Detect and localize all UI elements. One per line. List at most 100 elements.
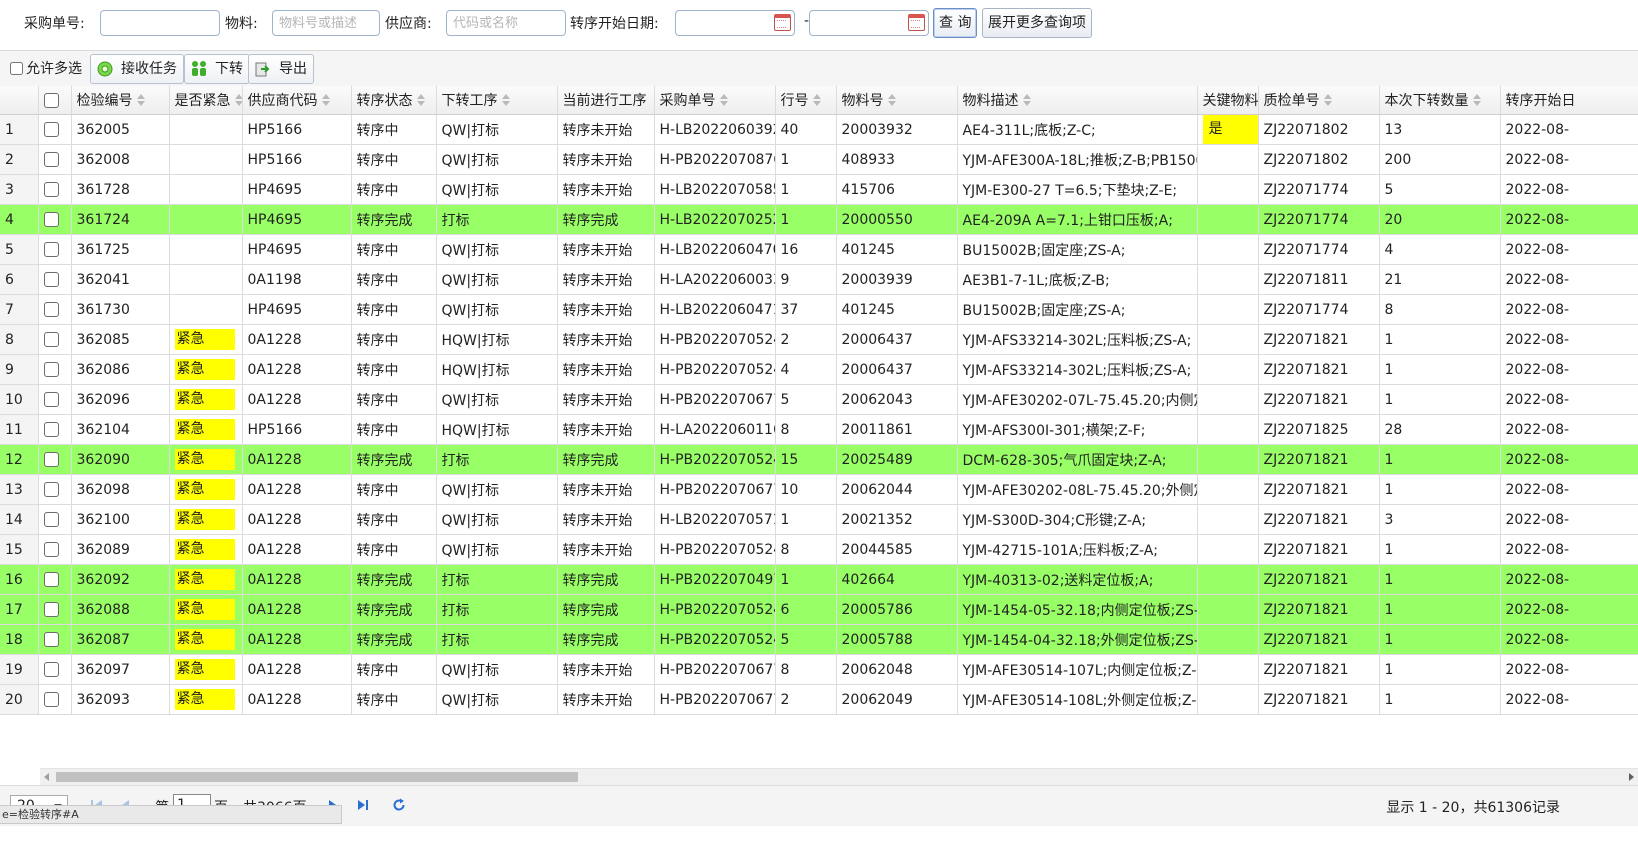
column-header[interactable]: 关键物料 [1197, 86, 1259, 115]
column-header[interactable]: 下转工序 [436, 86, 558, 115]
refresh-icon[interactable] [392, 798, 406, 812]
row-checkbox[interactable] [43, 272, 59, 287]
table-row[interactable]: 11 362104 紧急 HP5166 转序中 HQW|打标 转序未开始 H-LA202206… [0, 414, 1638, 445]
column-header[interactable]: 本次下转数量 [1379, 86, 1501, 115]
table-row[interactable]: 7 361730 HP4695 转序中 QW|打标 转序未开始 H-LB2022060471… [0, 294, 1638, 325]
row-select-cell[interactable] [38, 414, 72, 445]
material-input[interactable] [272, 10, 380, 36]
scroll-right-arrow-icon[interactable] [1629, 773, 1634, 781]
sort-icon[interactable] [501, 94, 510, 106]
row-checkbox[interactable] [43, 632, 59, 647]
table-row[interactable]: 3 361728 HP4695 转序中 QW|打标 转序未开始 H-LB2022070585… [0, 174, 1638, 205]
table-row[interactable]: 5 361725 HP4695 转序中 QW|打标 转序未开始 H-LB2022060470… [0, 234, 1638, 265]
row-select-cell[interactable] [38, 204, 72, 235]
row-checkbox[interactable] [43, 242, 59, 257]
sort-icon[interactable] [321, 94, 330, 106]
table-row[interactable]: 20 362093 紧急 0A1228 转序中 QW|打标 转序未开始 H-PB2022070… [0, 684, 1638, 715]
table-row[interactable]: 4 361724 HP4695 转序完成 打标 转序完成 H-LB2022070252 1 20… [0, 204, 1638, 235]
row-select-cell[interactable] [38, 294, 72, 325]
table-row[interactable]: 15 362089 紧急 0A1228 转序中 QW|打标 转序未开始 H-PB2022070… [0, 534, 1638, 565]
row-checkbox[interactable] [43, 212, 59, 227]
row-checkbox[interactable] [43, 152, 59, 167]
row-checkbox[interactable] [43, 512, 59, 527]
row-checkbox[interactable] [43, 182, 59, 197]
row-select-cell[interactable] [38, 654, 72, 685]
column-header[interactable]: 检验编号 [71, 86, 170, 115]
row-checkbox[interactable] [43, 572, 59, 587]
sort-icon[interactable] [1323, 94, 1332, 106]
po-number-input[interactable] [100, 10, 220, 36]
row-checkbox[interactable] [43, 542, 59, 557]
row-select-cell[interactable] [38, 354, 72, 385]
table-row[interactable]: 16 362092 紧急 0A1228 转序完成 打标 转序完成 H-PB2022070497… [0, 564, 1638, 595]
sort-icon[interactable] [416, 94, 425, 106]
select-all-checkbox[interactable] [43, 92, 59, 108]
row-checkbox[interactable] [43, 602, 59, 617]
row-checkbox[interactable] [43, 482, 59, 497]
row-select-cell[interactable] [38, 684, 72, 715]
sort-icon[interactable] [1472, 94, 1481, 106]
column-header[interactable]: 物料描述 [957, 86, 1198, 115]
supplier-input[interactable] [446, 10, 566, 36]
table-row[interactable]: 14 362100 紧急 0A1228 转序中 QW|打标 转序未开始 H-LB2022070… [0, 504, 1638, 535]
row-checkbox[interactable] [43, 122, 59, 137]
row-checkbox[interactable] [43, 362, 59, 377]
row-select-cell[interactable] [38, 534, 72, 565]
table-row[interactable]: 10 362096 紧急 0A1228 转序中 QW|打标 转序未开始 H-PB2022070… [0, 384, 1638, 415]
sort-icon[interactable] [1022, 94, 1031, 106]
table-row[interactable]: 1 362005 HP5166 转序中 QW|打标 转序未开始 H-LB2022060392… [0, 114, 1638, 145]
receive-task-button[interactable]: 接收任务 [90, 54, 184, 84]
search-button[interactable]: 查 询 [933, 8, 978, 38]
column-header[interactable]: 转序开始日 [1500, 86, 1638, 115]
sort-icon[interactable] [887, 94, 896, 106]
row-select-cell[interactable] [38, 174, 72, 205]
sort-icon[interactable] [719, 94, 728, 106]
column-header[interactable]: 行号 [775, 86, 837, 115]
row-select-cell[interactable] [38, 324, 72, 355]
table-row[interactable]: 8 362085 紧急 0A1228 转序中 HQW|打标 转序未开始 H-PB2022070… [0, 324, 1638, 355]
row-select-cell[interactable] [38, 594, 72, 625]
table-row[interactable]: 6 362041 0A1198 转序中 QW|打标 转序未开始 H-LA2022060033… [0, 264, 1638, 295]
column-header[interactable]: 采购单号 [654, 86, 776, 115]
row-select-cell[interactable] [38, 114, 72, 145]
export-button[interactable]: 导出 [248, 54, 314, 84]
last-page-icon[interactable] [356, 798, 370, 812]
scroll-left-arrow-icon[interactable] [44, 773, 49, 781]
table-row[interactable]: 19 362097 紧急 0A1228 转序中 QW|打标 转序未开始 H-PB2022070… [0, 654, 1638, 685]
row-checkbox[interactable] [43, 332, 59, 347]
column-header[interactable]: 质检单号 [1258, 86, 1380, 115]
table-row[interactable]: 13 362098 紧急 0A1228 转序中 QW|打标 转序未开始 H-PB2022070… [0, 474, 1638, 505]
row-checkbox[interactable] [43, 692, 59, 707]
row-select-cell[interactable] [38, 384, 72, 415]
row-checkbox[interactable] [43, 302, 59, 317]
row-select-cell[interactable] [38, 474, 72, 505]
row-select-cell[interactable] [38, 234, 72, 265]
allow-multi-select-checkbox[interactable] [10, 62, 23, 75]
calendar-icon[interactable] [774, 14, 791, 31]
sort-icon[interactable] [136, 94, 145, 106]
sort-icon[interactable] [234, 94, 241, 106]
row-select-cell[interactable] [38, 444, 72, 475]
row-checkbox[interactable] [43, 422, 59, 437]
row-select-cell[interactable] [38, 144, 72, 175]
column-header[interactable]: 当前进行工序 [557, 86, 655, 115]
row-select-cell[interactable] [38, 264, 72, 295]
row-checkbox[interactable] [43, 662, 59, 677]
sort-icon[interactable] [812, 94, 821, 106]
table-row[interactable]: 9 362086 紧急 0A1228 转序中 HQW|打标 转序未开始 H-PB2022070… [0, 354, 1638, 385]
row-checkbox[interactable] [43, 392, 59, 407]
row-select-cell[interactable] [38, 504, 72, 535]
column-header[interactable]: 转序状态 [351, 86, 437, 115]
column-header[interactable]: 是否紧急 [169, 86, 243, 115]
horizontal-scrollbar[interactable] [40, 768, 1638, 785]
scrollbar-thumb[interactable] [56, 772, 578, 782]
row-select-cell[interactable] [38, 564, 72, 595]
row-select-cell[interactable] [38, 624, 72, 655]
table-row[interactable]: 18 362087 紧急 0A1228 转序完成 打标 转序完成 H-PB2022070524… [0, 624, 1638, 655]
column-header[interactable]: 物料号 [836, 86, 958, 115]
column-header[interactable]: 供应商代码 [242, 86, 352, 115]
calendar-icon[interactable] [908, 14, 925, 31]
transfer-down-button[interactable]: 下转 [184, 54, 250, 84]
table-row[interactable]: 12 362090 紧急 0A1228 转序完成 打标 转序完成 H-PB2022070524… [0, 444, 1638, 475]
row-checkbox[interactable] [43, 452, 59, 467]
